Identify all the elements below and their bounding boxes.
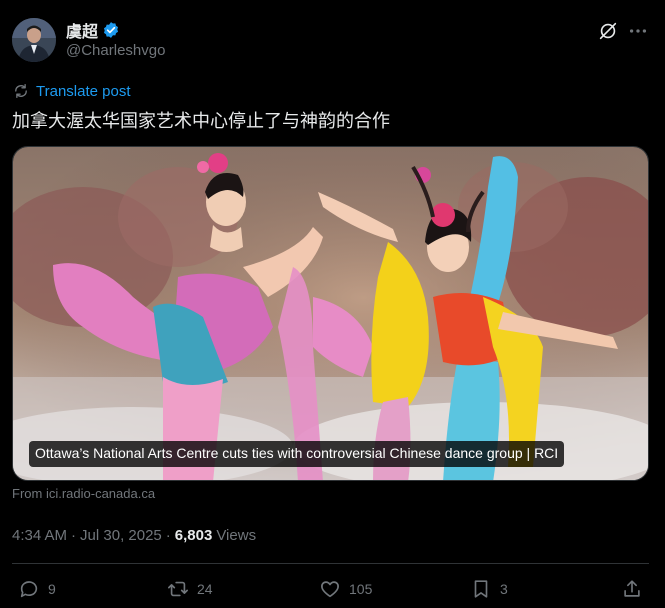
action-bar: 9 24 105 3 — [0, 578, 665, 608]
author-handle[interactable]: @Charleshvgo — [66, 42, 165, 59]
reply-icon — [20, 581, 38, 598]
dancers-photo — [13, 147, 648, 480]
meta-separator: · — [71, 527, 77, 544]
media-caption: Ottawa’s National Arts Centre cuts ties … — [29, 441, 565, 467]
repost-count: 24 — [197, 581, 213, 597]
bookmark-count: 3 — [500, 581, 508, 597]
repost-icon — [168, 581, 188, 597]
more-icon[interactable] — [626, 20, 650, 42]
link-source[interactable]: From ici.radio-canada.ca — [12, 486, 155, 501]
translate-post-label: Translate post — [36, 82, 131, 100]
views-label: Views — [216, 527, 257, 544]
post-date[interactable]: Jul 30, 2025 — [80, 527, 162, 544]
grok-icon[interactable] — [597, 20, 619, 42]
bookmark-button[interactable]: 3 — [470, 578, 508, 600]
divider — [12, 563, 649, 564]
post-time[interactable]: 4:34 AM — [12, 527, 67, 544]
views-count[interactable]: 6,803 — [175, 527, 213, 544]
avatar[interactable] — [12, 18, 56, 62]
share-icon — [624, 580, 640, 597]
like-count: 105 — [349, 581, 373, 597]
bookmark-icon — [474, 580, 488, 598]
reply-count: 9 — [48, 581, 56, 597]
share-button[interactable] — [621, 578, 643, 600]
author-display-name[interactable]: 虞超 — [66, 18, 98, 42]
reply-button[interactable]: 9 — [18, 578, 56, 600]
link-card-media[interactable]: Ottawa’s National Arts Centre cuts ties … — [12, 146, 649, 481]
avatar-image — [12, 18, 56, 62]
translate-post-link[interactable]: Translate post — [12, 82, 131, 100]
translate-icon — [15, 83, 27, 99]
verified-badge-icon — [103, 22, 119, 38]
post-meta: 4:34 AM · Jul 30, 2025 · 6,803 Views — [12, 527, 256, 544]
like-icon — [321, 581, 339, 598]
post-text: 加拿大渥太华国家艺术中心停止了与神韵的合作 — [12, 111, 390, 132]
like-button[interactable]: 105 — [319, 578, 372, 600]
post-card: 虞超 @Charleshvgo Translate post 加拿大渥太华国家艺… — [0, 0, 665, 608]
author-name-row: 虞超 — [66, 18, 120, 42]
meta-separator: · — [165, 527, 171, 544]
repost-button[interactable]: 24 — [167, 578, 213, 600]
